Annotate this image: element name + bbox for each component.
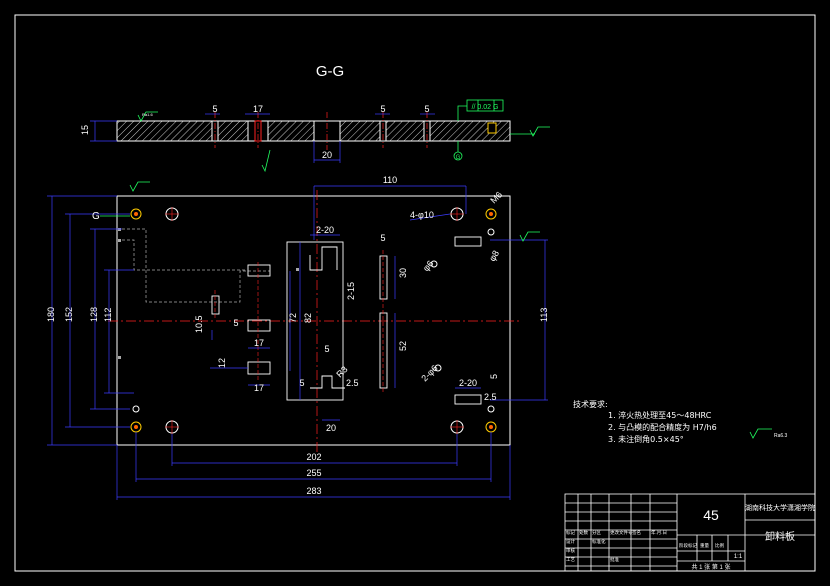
dim-left-5: 5 xyxy=(233,318,238,328)
dim-left-17b: 17 xyxy=(254,383,264,393)
technical-notes: 技术要求: 1. 淬火热处理至45～48HRC 2. 与凸模的配合精度为 H7/… xyxy=(573,399,717,444)
dim-right-113: 113 xyxy=(539,308,549,322)
cell-standard: 标准化 xyxy=(592,538,606,545)
note-m6: M6 xyxy=(488,189,504,205)
sheet-border xyxy=(14,14,816,572)
cell-mark: 标记 xyxy=(566,529,575,536)
roughness-symbol-4 xyxy=(129,181,150,192)
section-dim-3: 5 xyxy=(380,104,385,114)
cell-weight: 重量 xyxy=(700,542,709,549)
roughness-general-value: Ra6.3 xyxy=(774,433,788,439)
dim-right-5: 5 xyxy=(489,374,499,379)
note-2: 2. 与凸模的配合精度为 H7/h6 xyxy=(608,422,717,432)
section-dim-1: 5 xyxy=(212,104,217,114)
datum-label: G xyxy=(92,211,100,222)
plate-outline xyxy=(116,195,511,446)
section-datum: G xyxy=(456,155,461,161)
roughness-symbol-3 xyxy=(529,126,550,137)
note-pin: φ8 xyxy=(487,249,501,263)
note-3: 3. 未注倒角0.5×45° xyxy=(608,434,684,444)
dim-height-152: 152 xyxy=(64,307,74,322)
dim-slot-5b: 5 xyxy=(324,344,329,354)
dim-slot-bottom: 2-20 xyxy=(459,378,477,388)
title-part-name: 卸料板 xyxy=(765,530,795,543)
dim-bottom-202: 202 xyxy=(306,452,321,462)
dim-bottom-283: 283 xyxy=(306,486,321,496)
dim-left-17: 17 xyxy=(254,338,264,348)
section-view: 15 5 17 5 5 20 // 0.02 G G xyxy=(80,99,550,173)
note-hole-b: 2-φ6 xyxy=(419,363,439,383)
notes-heading: 技术要求: xyxy=(573,399,608,409)
dim-slot-width: 5 xyxy=(380,233,385,243)
dim-len-5: 5 xyxy=(299,378,304,388)
section-dim-2: 17 xyxy=(253,104,263,114)
title-material: 45 xyxy=(703,507,719,523)
dim-right-2-5: 2.5 xyxy=(484,392,497,402)
dim-bottom-255: 255 xyxy=(306,468,321,478)
cell-design: 设计 xyxy=(566,538,575,545)
title-cells: 标记 处数 分区 更改文件号 签名 年.月.日 设计 标准化 阶段标记 重量 比… xyxy=(566,529,724,563)
dim-len-82: 82 xyxy=(303,313,313,323)
dim-len-52: 52 xyxy=(398,341,408,351)
section-dim-4: 5 xyxy=(424,104,429,114)
roughness-top-value: Ra1.6 xyxy=(142,112,153,117)
section-hole-5 xyxy=(487,122,497,134)
dim-height-112: 112 xyxy=(103,308,113,322)
cell-stage: 阶段标记 xyxy=(679,542,697,549)
cell-count: 处数 xyxy=(579,529,588,536)
dim-len-72: 72 xyxy=(288,313,298,323)
title-school: 湖南科技大学潇湘学院 xyxy=(745,503,815,512)
dim-len-20: 20 xyxy=(326,423,336,433)
roughness-symbol-2 xyxy=(261,149,271,173)
dim-top-110: 110 xyxy=(383,175,397,185)
cell-ratio: 比例 xyxy=(715,542,724,549)
dim-left-12: 12 xyxy=(217,358,227,368)
title-sheet: 共 1 张 第 1 张 xyxy=(691,563,730,571)
title-scale: 1:1 xyxy=(734,554,743,560)
note-4-holes: 4-φ10 xyxy=(410,210,434,220)
tolerance-text: // 0.02 G xyxy=(472,104,499,111)
dim-left-10-5: 10.5 xyxy=(194,315,204,333)
cell-sign: 签名 xyxy=(632,529,641,536)
dim-chamfer: 2.5 xyxy=(346,378,359,388)
note-1: 1. 淬火热处理至45～48HRC xyxy=(608,410,712,420)
dim-height-128: 128 xyxy=(89,307,99,322)
view-title: G-G xyxy=(316,63,344,80)
cell-zone: 分区 xyxy=(592,529,601,536)
dim-slot-top: 2-20 xyxy=(316,225,334,235)
roughness-general xyxy=(749,428,772,439)
drawing-canvas: G-G 15 5 17 5 5 20 // 0.02 G G 180 152 1… xyxy=(14,14,816,572)
dim-height-180: 180 xyxy=(46,307,56,322)
cell-doc: 更改文件号 xyxy=(610,529,633,536)
dim-slot-side: 2-15 xyxy=(346,282,356,300)
section-dim-5: 20 xyxy=(322,150,332,160)
cell-approve: 批准 xyxy=(610,556,619,563)
cell-review: 审核 xyxy=(566,547,575,554)
section-thickness: 15 xyxy=(80,125,90,135)
cell-process: 工艺 xyxy=(566,557,575,562)
cell-date: 年.月.日 xyxy=(651,529,667,536)
plan-view: 180 152 128 112 G 110 113 202 255 283 4-… xyxy=(46,175,772,500)
dim-len-30: 30 xyxy=(398,268,408,278)
